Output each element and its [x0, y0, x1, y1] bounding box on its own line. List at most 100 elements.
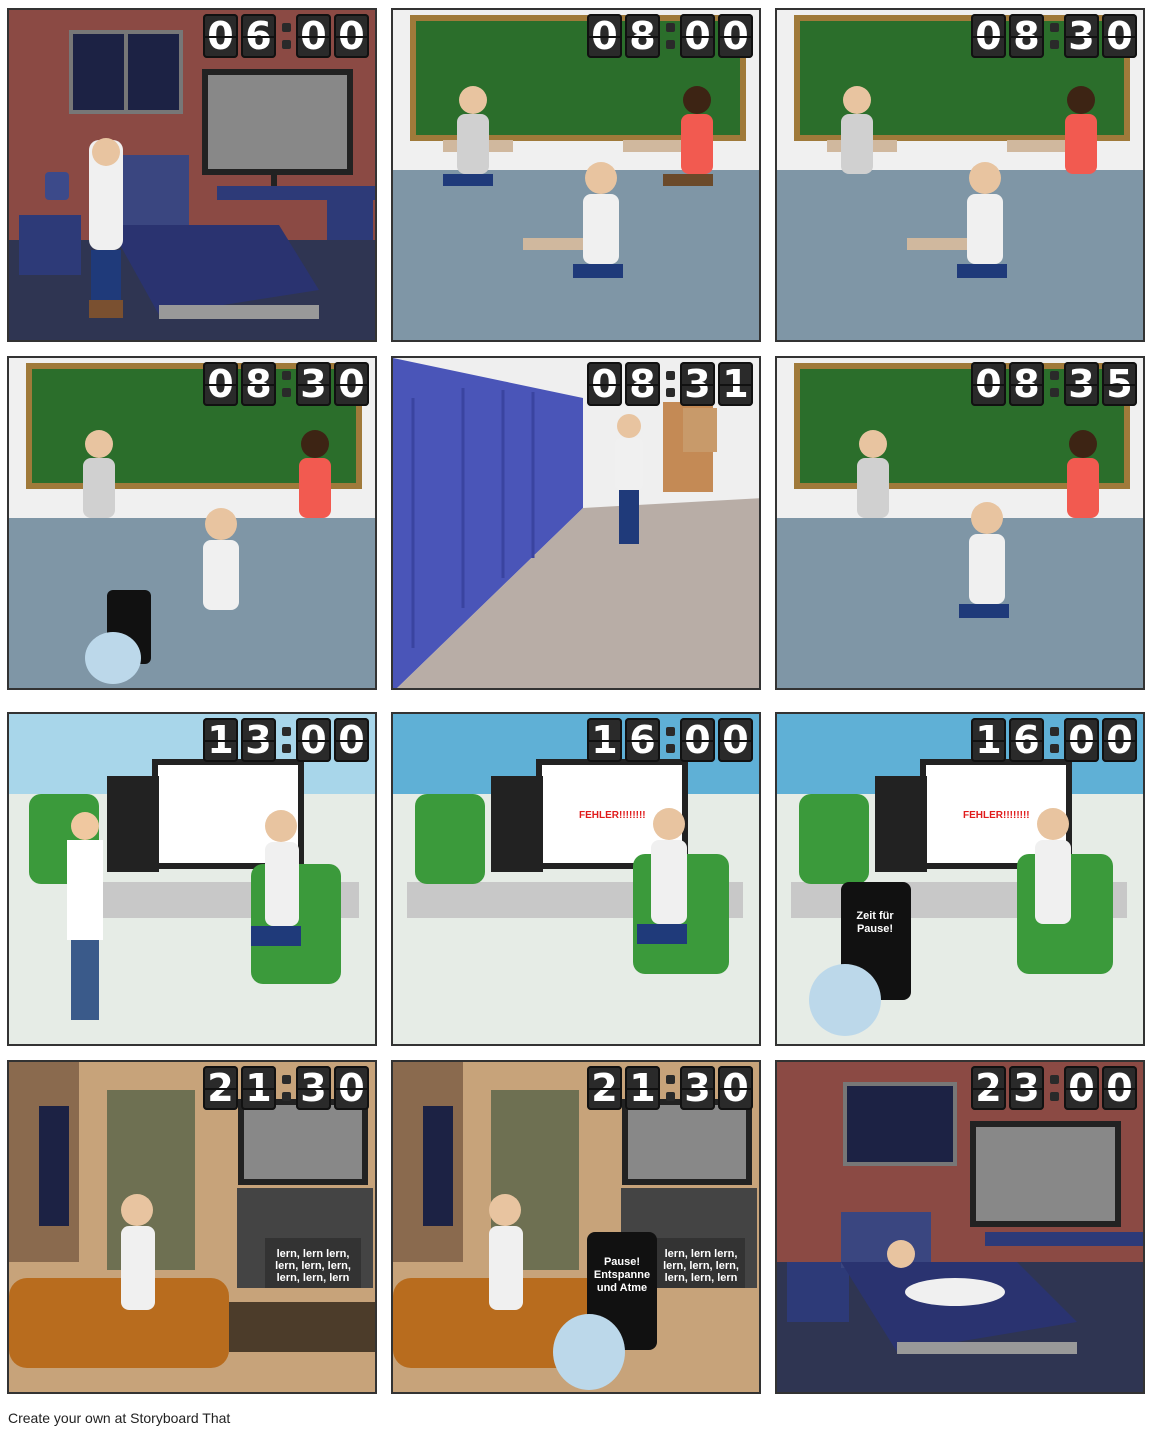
- clock-digit: 3: [1064, 362, 1099, 406]
- error-message: FEHLER!!!!!!!!: [579, 810, 646, 821]
- clock-digit: 0: [334, 362, 369, 406]
- clock: 0 8 3 0: [971, 14, 1137, 58]
- error-message: FEHLER!!!!!!!!: [963, 810, 1030, 821]
- clock-digit: 0: [680, 14, 715, 58]
- footer-credit[interactable]: Create your own at Storyboard That: [8, 1410, 230, 1426]
- clock-digit: 6: [625, 718, 660, 762]
- classroom-scene: [777, 358, 1143, 688]
- clock-digit: 0: [718, 14, 753, 58]
- clock-digit: 3: [296, 1066, 331, 1110]
- clock-colon: [1047, 1066, 1061, 1110]
- panel-12: 2 3 0 0: [775, 1060, 1145, 1394]
- phone-message: Pause! Entspanne und Atme: [593, 1256, 651, 1294]
- clock-digit: 1: [718, 362, 753, 406]
- tv-text: lern, lern lern, lern, lern, lern, lern,…: [663, 1248, 739, 1284]
- clock-digit: 0: [718, 1066, 753, 1110]
- clock-digit: 3: [296, 362, 331, 406]
- clock: 2 3 0 0: [971, 1066, 1137, 1110]
- clock-digit: 0: [718, 718, 753, 762]
- clock-digit: 1: [241, 1066, 276, 1110]
- clock-digit: 5: [1102, 362, 1137, 406]
- clock-colon: [279, 14, 293, 58]
- clock-digit: 2: [971, 1066, 1006, 1110]
- clock-colon: [663, 718, 677, 762]
- clock-digit: 1: [587, 718, 622, 762]
- clock-digit: 6: [241, 14, 276, 58]
- clock-digit: 0: [587, 362, 622, 406]
- panel-7: 1 3 0 0: [7, 712, 377, 1046]
- clock-digit: 3: [241, 718, 276, 762]
- office-scene: [9, 714, 375, 1044]
- clock: 0 8 3 1: [587, 362, 753, 406]
- tv-text: lern, lern lern, lern, lern, lern, lern,…: [275, 1248, 351, 1284]
- clock-colon: [279, 718, 293, 762]
- clock-digit: 0: [1064, 1066, 1099, 1110]
- hallway-scene: [393, 358, 759, 688]
- clock-digit: 3: [680, 362, 715, 406]
- clock-digit: 0: [334, 718, 369, 762]
- clock-digit: 8: [1009, 14, 1044, 58]
- clock-digit: 0: [1102, 1066, 1137, 1110]
- clock-digit: 0: [334, 14, 369, 58]
- panel-4: 0 8 3 0: [7, 356, 377, 690]
- classroom-scene: [393, 10, 759, 340]
- office-scene: [393, 714, 759, 1044]
- clock-colon: [279, 1066, 293, 1110]
- clock-colon: [663, 1066, 677, 1110]
- clock-digit: 1: [203, 718, 238, 762]
- phone-message: Zeit für Pause!: [856, 910, 894, 935]
- clock-digit: 2: [203, 1066, 238, 1110]
- clock-colon: [663, 362, 677, 406]
- panel-9: FEHLER!!!!!!!! Zeit für Pause! 1 6 0 0: [775, 712, 1145, 1046]
- clock-digit: 1: [625, 1066, 660, 1110]
- clock-colon: [1047, 362, 1061, 406]
- clock-colon: [1047, 14, 1061, 58]
- clock-digit: 0: [203, 362, 238, 406]
- clock-digit: 6: [1009, 718, 1044, 762]
- clock-digit: 0: [680, 718, 715, 762]
- clock: 0 6 0 0: [203, 14, 369, 58]
- clock: 0 8 3 0: [203, 362, 369, 406]
- clock: 1 3 0 0: [203, 718, 369, 762]
- office-phone-scene: [777, 714, 1143, 1044]
- clock-digit: 0: [971, 14, 1006, 58]
- clock-digit: 3: [680, 1066, 715, 1110]
- clock-digit: 0: [1102, 718, 1137, 762]
- clock-digit: 2: [587, 1066, 622, 1110]
- hand-icon: [553, 1314, 625, 1390]
- panel-6: 0 8 3 5: [775, 356, 1145, 690]
- panel-5: 0 8 3 1: [391, 356, 761, 690]
- clock: 1 6 0 0: [971, 718, 1137, 762]
- clock-colon: [1047, 718, 1061, 762]
- clock-digit: 0: [203, 14, 238, 58]
- panel-2: 0 8 0 0: [391, 8, 761, 342]
- bedroom-night-scene: [777, 1062, 1143, 1392]
- clock-digit: 0: [334, 1066, 369, 1110]
- clock-digit: 8: [625, 362, 660, 406]
- panel-3: 0 8 3 0: [775, 8, 1145, 342]
- panel-8: FEHLER!!!!!!!! 1 6 0 0: [391, 712, 761, 1046]
- clock-digit: 0: [296, 14, 331, 58]
- clock-digit: 3: [1064, 14, 1099, 58]
- clock-digit: 1: [971, 718, 1006, 762]
- clock-digit: 3: [1009, 1066, 1044, 1110]
- panel-11: lern, lern lern, lern, lern, lern, lern,…: [391, 1060, 761, 1394]
- clock-colon: [279, 362, 293, 406]
- clock-digit: 8: [241, 362, 276, 406]
- clock: 2 1 3 0: [587, 1066, 753, 1110]
- classroom-phone-scene: [9, 358, 375, 688]
- living-room-phone-scene: [393, 1062, 759, 1392]
- clock: 1 6 0 0: [587, 718, 753, 762]
- classroom-scene: [777, 10, 1143, 340]
- clock-digit: 0: [1102, 14, 1137, 58]
- panel-1: 0 6 0 0: [7, 8, 377, 342]
- living-room-scene: [9, 1062, 375, 1392]
- clock-digit: 0: [1064, 718, 1099, 762]
- hand-icon: [809, 964, 881, 1036]
- clock: 0 8 3 5: [971, 362, 1137, 406]
- clock: 0 8 0 0: [587, 14, 753, 58]
- hand-icon: [85, 632, 141, 684]
- clock-digit: 0: [296, 718, 331, 762]
- bedroom-scene: [9, 10, 375, 340]
- clock-digit: 0: [587, 14, 622, 58]
